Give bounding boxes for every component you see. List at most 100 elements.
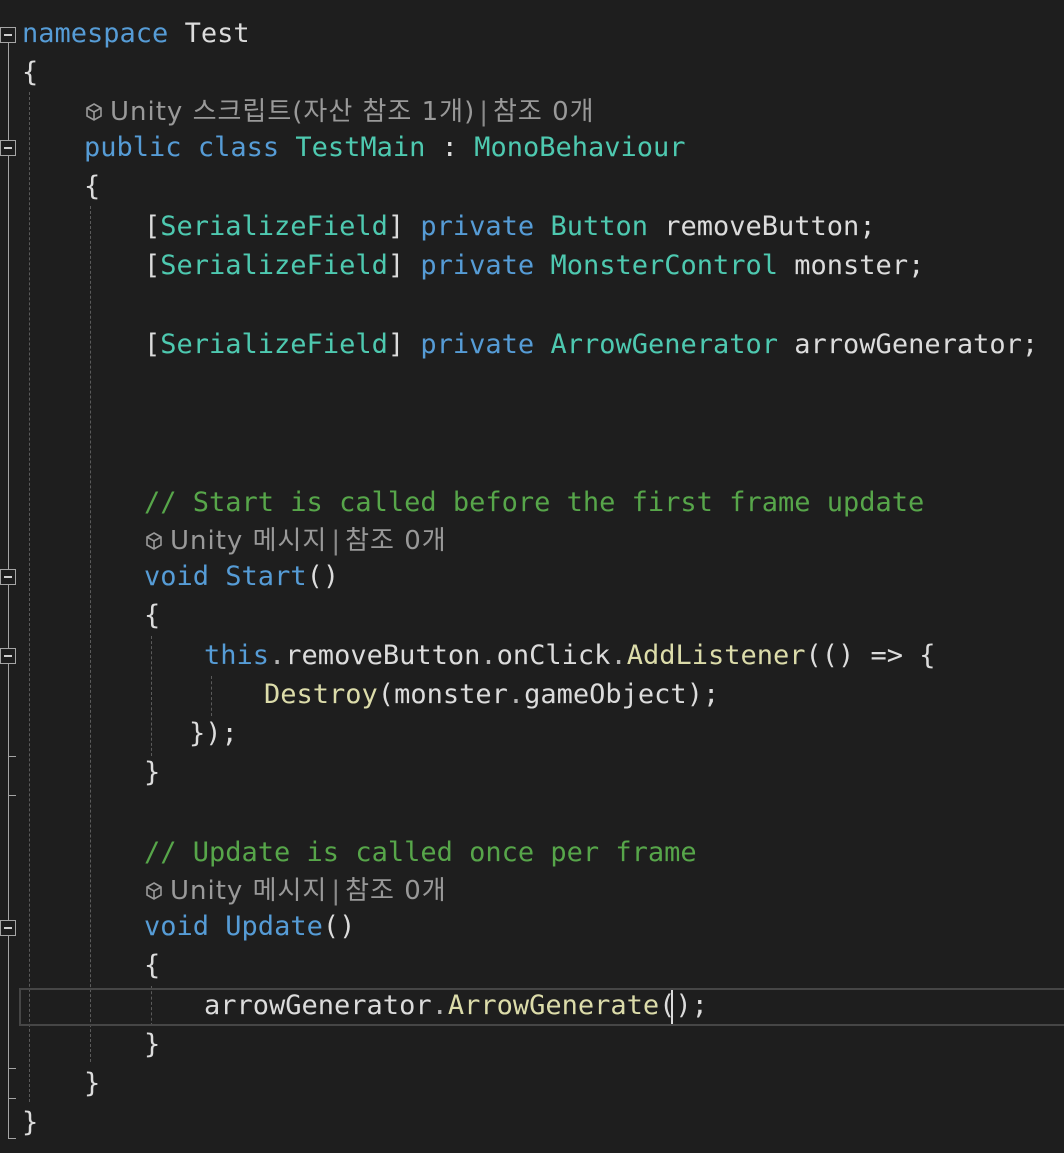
field-name: monster	[794, 250, 909, 281]
code-line-start-signature[interactable]: void Start()	[144, 559, 339, 595]
arg-monster: monster	[394, 679, 508, 710]
parens: ()	[322, 911, 356, 942]
code-line-lambda-close[interactable]: });	[189, 716, 238, 752]
colon: :	[441, 132, 458, 163]
field-name: arrowGenerator	[794, 329, 1022, 360]
unity-cube-icon	[146, 882, 162, 900]
code-line-comment-update[interactable]: // Update is called once per frame	[144, 835, 697, 871]
code-line-field-removebutton[interactable]: [SerializeField] private Button removeBu…	[144, 209, 876, 245]
codelens-unity-message-link[interactable]: Unity 메시지	[170, 876, 327, 906]
object-arrowgenerator: arrowGenerator	[204, 990, 432, 1021]
lambda-open: (() => {	[805, 640, 936, 671]
fold-end-lambda	[8, 756, 16, 757]
attribute-serializefield: SerializeField	[160, 211, 388, 242]
parens: ()	[306, 561, 340, 592]
codelens-unity-script-link[interactable]: Unity 스크립트(자산 참조 1개)	[110, 97, 475, 127]
open-brace: {	[144, 950, 161, 981]
keyword-class: class	[197, 132, 280, 163]
field-type: ArrowGenerator	[550, 329, 779, 360]
code-line-arrowgenerate[interactable]: arrowGenerator.ArrowGenerate();	[204, 988, 708, 1024]
keyword-public: public	[84, 132, 182, 163]
open-brace: {	[84, 171, 101, 202]
attribute-serializefield: SerializeField	[160, 250, 388, 281]
dot: .	[480, 640, 497, 671]
attribute-serializefield: SerializeField	[160, 329, 388, 360]
method-destroy: Destroy	[264, 679, 378, 710]
field-type: Button	[550, 211, 648, 242]
close-brace: }	[84, 1068, 101, 1099]
codelens-references-link[interactable]: 참조 0개	[493, 97, 595, 127]
open-brace: {	[144, 600, 161, 631]
code-line-destroy[interactable]: Destroy(monster.gameObject);	[264, 677, 719, 713]
codelens-references-link[interactable]: 참조 0개	[345, 526, 447, 556]
code-editor[interactable]: namespace Test { Unity 스크립트(자산 참조 1개) | 참조…	[0, 0, 1064, 1153]
codelens-update[interactable]: Unity 메시지 | 참조 0개	[144, 873, 447, 909]
code-line-start-close-brace[interactable]: }	[144, 755, 160, 791]
code-line-comment-start[interactable]: // Start is called before the first fram…	[144, 485, 924, 521]
dot: .	[507, 679, 525, 710]
keyword-private: private	[420, 250, 535, 281]
keyword-private: private	[420, 329, 535, 360]
open-paren: (	[377, 679, 395, 710]
codelens-separator: |	[331, 526, 342, 556]
indent-guide-namespace	[29, 92, 30, 1102]
code-line-open-brace[interactable]: {	[22, 55, 38, 91]
indent-guide-lambda	[211, 676, 212, 716]
comment-start: // Start is called before the first fram…	[144, 487, 925, 518]
codelens-start[interactable]: Unity 메시지 | 참조 0개	[144, 523, 447, 559]
code-line-namespace[interactable]: namespace Test	[22, 16, 250, 52]
code-line-class-close-brace[interactable]: }	[84, 1066, 100, 1102]
text-caret	[671, 990, 673, 1024]
code-line-class-open-brace[interactable]: {	[84, 169, 100, 205]
open-brace: {	[22, 57, 39, 88]
code-line-class-declaration[interactable]: public class TestMain : MonoBehaviour	[84, 130, 686, 166]
code-line-namespace-close-brace[interactable]: }	[22, 1105, 38, 1141]
method-addlistener: AddListener	[626, 640, 806, 671]
code-line-update-close-brace[interactable]: }	[144, 1027, 160, 1063]
keyword-void: void	[144, 911, 210, 942]
unity-cube-icon	[86, 103, 102, 121]
code-line-field-arrowgenerator[interactable]: [SerializeField] private ArrowGenerator …	[144, 327, 1038, 363]
base-class-name: MonoBehaviour	[474, 132, 686, 163]
dot: .	[269, 640, 286, 671]
dot: .	[610, 640, 627, 671]
codelens-separator: |	[479, 97, 489, 127]
method-arrowgenerate: ArrowGenerate	[447, 990, 660, 1021]
fold-end-namespace	[8, 1138, 16, 1139]
field-type: MonsterControl	[550, 250, 779, 281]
keyword-private: private	[420, 211, 535, 242]
fold-region-namespace	[8, 43, 9, 1139]
code-line-update-signature[interactable]: void Update()	[144, 909, 355, 945]
codelens-separator: |	[331, 876, 342, 906]
collapse-class-icon[interactable]	[0, 140, 16, 156]
collapse-start-icon[interactable]	[0, 569, 16, 585]
member-removebutton: removeButton	[285, 640, 481, 671]
close-brace: }	[144, 1029, 161, 1060]
close-brace: }	[22, 1107, 39, 1138]
member-gameobject: gameObject	[524, 679, 687, 710]
keyword-namespace: namespace	[22, 18, 169, 49]
field-name: removeButton	[664, 211, 860, 242]
member-onclick: onClick	[496, 640, 611, 671]
code-line-start-open-brace[interactable]: {	[144, 598, 160, 634]
class-name: TestMain	[295, 132, 426, 163]
codelens-class[interactable]: Unity 스크립트(자산 참조 1개) | 참조 0개	[84, 94, 595, 130]
unity-cube-icon	[146, 532, 162, 550]
fold-end-start	[8, 795, 16, 796]
collapse-update-icon[interactable]	[0, 920, 16, 936]
collapse-namespace-icon[interactable]	[0, 27, 16, 43]
fold-end-update	[8, 1068, 16, 1069]
keyword-this: this	[204, 640, 270, 671]
method-name-start: Start	[225, 561, 307, 592]
dot: .	[431, 990, 448, 1021]
method-name-update: Update	[225, 911, 323, 942]
indent-guide-class	[90, 206, 91, 1062]
codelens-unity-message-link[interactable]: Unity 메시지	[170, 526, 327, 556]
code-line-update-open-brace[interactable]: {	[144, 948, 160, 984]
codelens-references-link[interactable]: 참조 0개	[345, 876, 447, 906]
call-parens: ();	[659, 990, 708, 1021]
code-line-field-monster[interactable]: [SerializeField] private MonsterControl …	[144, 248, 924, 284]
code-line-addlistener[interactable]: this.removeButton.onClick.AddListener(()…	[204, 638, 936, 674]
fold-end-class	[8, 1098, 16, 1099]
collapse-lambda-icon[interactable]	[0, 648, 16, 664]
